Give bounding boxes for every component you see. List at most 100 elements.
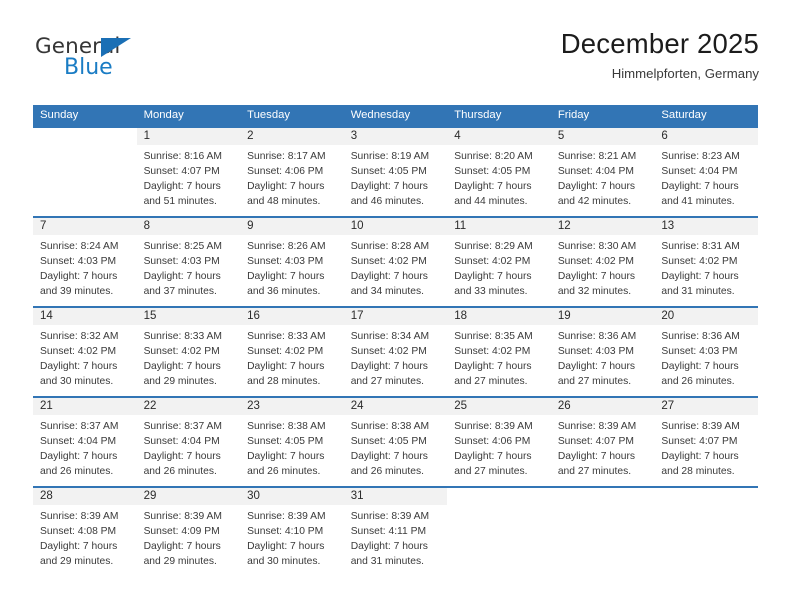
calendar-day-cell[interactable]: 27 Sunrise: 8:39 AM Sunset: 4:07 PM Dayligh… <box>654 397 758 486</box>
calendar-day-cell[interactable]: 17 Sunrise: 8:34 AM Sunset: 4:02 PM Dayligh… <box>343 307 448 396</box>
calendar-day-cell[interactable]: 30 Sunrise: 8:39 AM Sunset: 4:10 PM Dayligh… <box>240 487 344 576</box>
day-sun-info: Sunrise: 8:39 AM Sunset: 4:09 PM Daylight:… <box>137 505 241 570</box>
day-number: 17 <box>343 307 448 325</box>
calendar-day-cell[interactable]: 14 Sunrise: 8:32 AM Sunset: 4:02 PM Dayligh… <box>33 307 137 396</box>
day-number: 13 <box>654 217 758 235</box>
calendar-day-cell[interactable]: 24 Sunrise: 8:38 AM Sunset: 4:05 PM Dayligh… <box>343 397 448 486</box>
daylight-duration-line1: Daylight: 7 hours <box>661 360 739 372</box>
calendar-day-cell[interactable]: 11 Sunrise: 8:29 AM Sunset: 4:02 PM Dayligh… <box>447 217 551 306</box>
weekday-header-sunday: Sunday <box>33 105 137 128</box>
daylight-duration-line1: Daylight: 7 hours <box>454 450 532 462</box>
calendar-day-cell[interactable]: 19 Sunrise: 8:36 AM Sunset: 4:03 PM Dayligh… <box>550 307 655 396</box>
day-number: 15 <box>136 307 241 325</box>
sunrise-time: Sunrise: 8:35 AM <box>454 330 533 342</box>
general-blue-logo[interactable]: General Blue <box>35 36 195 88</box>
logo-text-blue: Blue <box>64 55 113 80</box>
sunrise-time: Sunrise: 8:38 AM <box>247 420 326 432</box>
calendar-day-cell[interactable]: 23 Sunrise: 8:38 AM Sunset: 4:05 PM Dayligh… <box>240 397 344 486</box>
page-header: General Blue December 2025 Himmelpforten… <box>33 28 759 94</box>
daylight-duration-line2: and 27 minutes. <box>454 465 528 477</box>
page-subtitle: Himmelpforten, Germany <box>611 65 759 81</box>
calendar-day-cell[interactable]: 3 Sunrise: 8:19 AM Sunset: 4:05 PM Daylight… <box>343 127 448 216</box>
sunrise-time: Sunrise: 8:25 AM <box>143 240 222 252</box>
day-number: 10 <box>343 217 448 235</box>
daylight-duration-line1: Daylight: 7 hours <box>247 180 325 192</box>
daylight-duration-line1: Daylight: 7 hours <box>143 180 221 192</box>
sunset-time: Sunset: 4:11 PM <box>350 525 427 537</box>
day-number: 22 <box>136 397 241 415</box>
calendar-day-cell[interactable]: 16 Sunrise: 8:33 AM Sunset: 4:02 PM Dayligh… <box>240 307 344 396</box>
day-number: 23 <box>240 397 344 415</box>
day-sun-info: Sunrise: 8:26 AM Sunset: 4:03 PM Daylight:… <box>240 235 344 300</box>
sunrise-time: Sunrise: 8:26 AM <box>247 240 326 252</box>
calendar-day-cell[interactable]: 15 Sunrise: 8:33 AM Sunset: 4:02 PM Dayligh… <box>136 307 241 396</box>
calendar-day-cell[interactable]: 9 Sunrise: 8:26 AM Sunset: 4:03 PM Daylight… <box>240 217 344 306</box>
daylight-duration-line1: Daylight: 7 hours <box>454 360 532 372</box>
daylight-duration-line2: and 29 minutes. <box>40 555 114 567</box>
sunset-time: Sunset: 4:10 PM <box>247 525 324 537</box>
sunset-time: Sunset: 4:02 PM <box>454 255 531 267</box>
daylight-duration-line2: and 36 minutes. <box>247 285 321 297</box>
calendar-day-cell[interactable]: 18 Sunrise: 8:35 AM Sunset: 4:02 PM Dayligh… <box>447 307 551 396</box>
calendar-day-cell[interactable]: 1 Sunrise: 8:16 AM Sunset: 4:07 PM Daylight… <box>136 127 241 216</box>
day-sun-info: Sunrise: 8:24 AM Sunset: 4:03 PM Daylight:… <box>33 235 137 300</box>
day-number: 27 <box>654 397 758 415</box>
calendar-day-cell[interactable]: 10 Sunrise: 8:28 AM Sunset: 4:02 PM Dayligh… <box>343 217 448 306</box>
calendar-day-cell[interactable]: 21 Sunrise: 8:37 AM Sunset: 4:04 PM Dayligh… <box>33 397 137 486</box>
sunset-time: Sunset: 4:08 PM <box>40 525 117 537</box>
daylight-duration-line1: Daylight: 7 hours <box>40 540 118 552</box>
sunset-time: Sunset: 4:07 PM <box>557 435 634 447</box>
calendar-day-cell[interactable]: 13 Sunrise: 8:31 AM Sunset: 4:02 PM Dayligh… <box>654 217 758 306</box>
day-sun-info: Sunrise: 8:30 AM Sunset: 4:02 PM Daylight:… <box>551 235 655 300</box>
calendar-day-cell[interactable]: 4 Sunrise: 8:20 AM Sunset: 4:05 PM Daylight… <box>447 127 551 216</box>
day-number: 26 <box>550 397 655 415</box>
sunrise-time: Sunrise: 8:32 AM <box>40 330 119 342</box>
daylight-duration-line1: Daylight: 7 hours <box>661 180 739 192</box>
calendar-day-cell[interactable]: 12 Sunrise: 8:30 AM Sunset: 4:02 PM Dayligh… <box>550 217 655 306</box>
calendar-day-cell[interactable]: 31 Sunrise: 8:39 AM Sunset: 4:11 PM Dayligh… <box>343 487 448 576</box>
daylight-duration-line1: Daylight: 7 hours <box>40 360 118 372</box>
calendar-day-cell[interactable]: 5 Sunrise: 8:21 AM Sunset: 4:04 PM Daylight… <box>550 127 655 216</box>
day-sun-info: Sunrise: 8:38 AM Sunset: 4:05 PM Daylight:… <box>344 415 448 480</box>
sunset-time: Sunset: 4:02 PM <box>557 255 634 267</box>
daylight-duration-line1: Daylight: 7 hours <box>557 360 636 372</box>
daylight-duration-line2: and 27 minutes. <box>454 375 528 387</box>
calendar-day-cell[interactable]: 26 Sunrise: 8:39 AM Sunset: 4:07 PM Dayligh… <box>550 397 655 486</box>
calendar-day-cell-empty <box>551 488 655 576</box>
calendar-day-cell[interactable]: 7 Sunrise: 8:24 AM Sunset: 4:03 PM Daylight… <box>33 217 137 306</box>
day-number: 2 <box>240 127 344 145</box>
sunrise-time: Sunrise: 8:34 AM <box>350 330 430 342</box>
sunset-time: Sunset: 4:06 PM <box>247 165 324 177</box>
daylight-duration-line1: Daylight: 7 hours <box>143 540 221 552</box>
daylight-duration-line2: and 27 minutes. <box>350 375 424 387</box>
calendar-day-cell[interactable]: 6 Sunrise: 8:23 AM Sunset: 4:04 PM Daylight… <box>654 127 758 216</box>
sunrise-time: Sunrise: 8:36 AM <box>661 330 740 342</box>
sunset-time: Sunset: 4:02 PM <box>350 345 427 357</box>
sunrise-time: Sunrise: 8:29 AM <box>454 240 533 252</box>
daylight-duration-line2: and 28 minutes. <box>661 465 735 477</box>
sunset-time: Sunset: 4:02 PM <box>661 255 738 267</box>
daylight-duration-line2: and 28 minutes. <box>247 375 321 387</box>
calendar-day-cell[interactable]: 8 Sunrise: 8:25 AM Sunset: 4:03 PM Daylight… <box>136 217 241 306</box>
calendar-day-cell[interactable]: 22 Sunrise: 8:37 AM Sunset: 4:04 PM Dayligh… <box>136 397 241 486</box>
day-sun-info: Sunrise: 8:29 AM Sunset: 4:02 PM Daylight:… <box>447 235 551 300</box>
calendar-week-row: 7 Sunrise: 8:24 AM Sunset: 4:03 PM Daylight… <box>33 217 758 306</box>
day-sun-info: Sunrise: 8:38 AM Sunset: 4:05 PM Daylight:… <box>240 415 344 480</box>
calendar-day-cell[interactable]: 28 Sunrise: 8:39 AM Sunset: 4:08 PM Dayligh… <box>33 487 137 576</box>
sunset-time: Sunset: 4:03 PM <box>661 345 738 357</box>
daylight-duration-line1: Daylight: 7 hours <box>350 360 428 372</box>
daylight-duration-line2: and 31 minutes. <box>661 285 735 297</box>
calendar-body: 1 Sunrise: 8:16 AM Sunset: 4:07 PM Daylight… <box>33 127 758 576</box>
daylight-duration-line2: and 34 minutes. <box>350 285 424 297</box>
sunset-time: Sunset: 4:02 PM <box>350 255 427 267</box>
sunrise-time: Sunrise: 8:38 AM <box>350 420 430 432</box>
day-sun-info: Sunrise: 8:16 AM Sunset: 4:07 PM Daylight:… <box>137 145 241 210</box>
calendar-day-cell[interactable]: 25 Sunrise: 8:39 AM Sunset: 4:06 PM Dayligh… <box>447 397 551 486</box>
sunset-time: Sunset: 4:02 PM <box>454 345 531 357</box>
calendar-day-cell[interactable]: 29 Sunrise: 8:39 AM Sunset: 4:09 PM Dayligh… <box>136 487 241 576</box>
day-sun-info: Sunrise: 8:33 AM Sunset: 4:02 PM Daylight:… <box>137 325 241 390</box>
calendar-day-cell[interactable]: 2 Sunrise: 8:17 AM Sunset: 4:06 PM Daylight… <box>240 127 344 216</box>
calendar-day-cell[interactable]: 20 Sunrise: 8:36 AM Sunset: 4:03 PM Dayligh… <box>654 307 758 396</box>
weekday-header-tuesday: Tuesday <box>240 105 344 128</box>
sunset-time: Sunset: 4:04 PM <box>557 165 634 177</box>
